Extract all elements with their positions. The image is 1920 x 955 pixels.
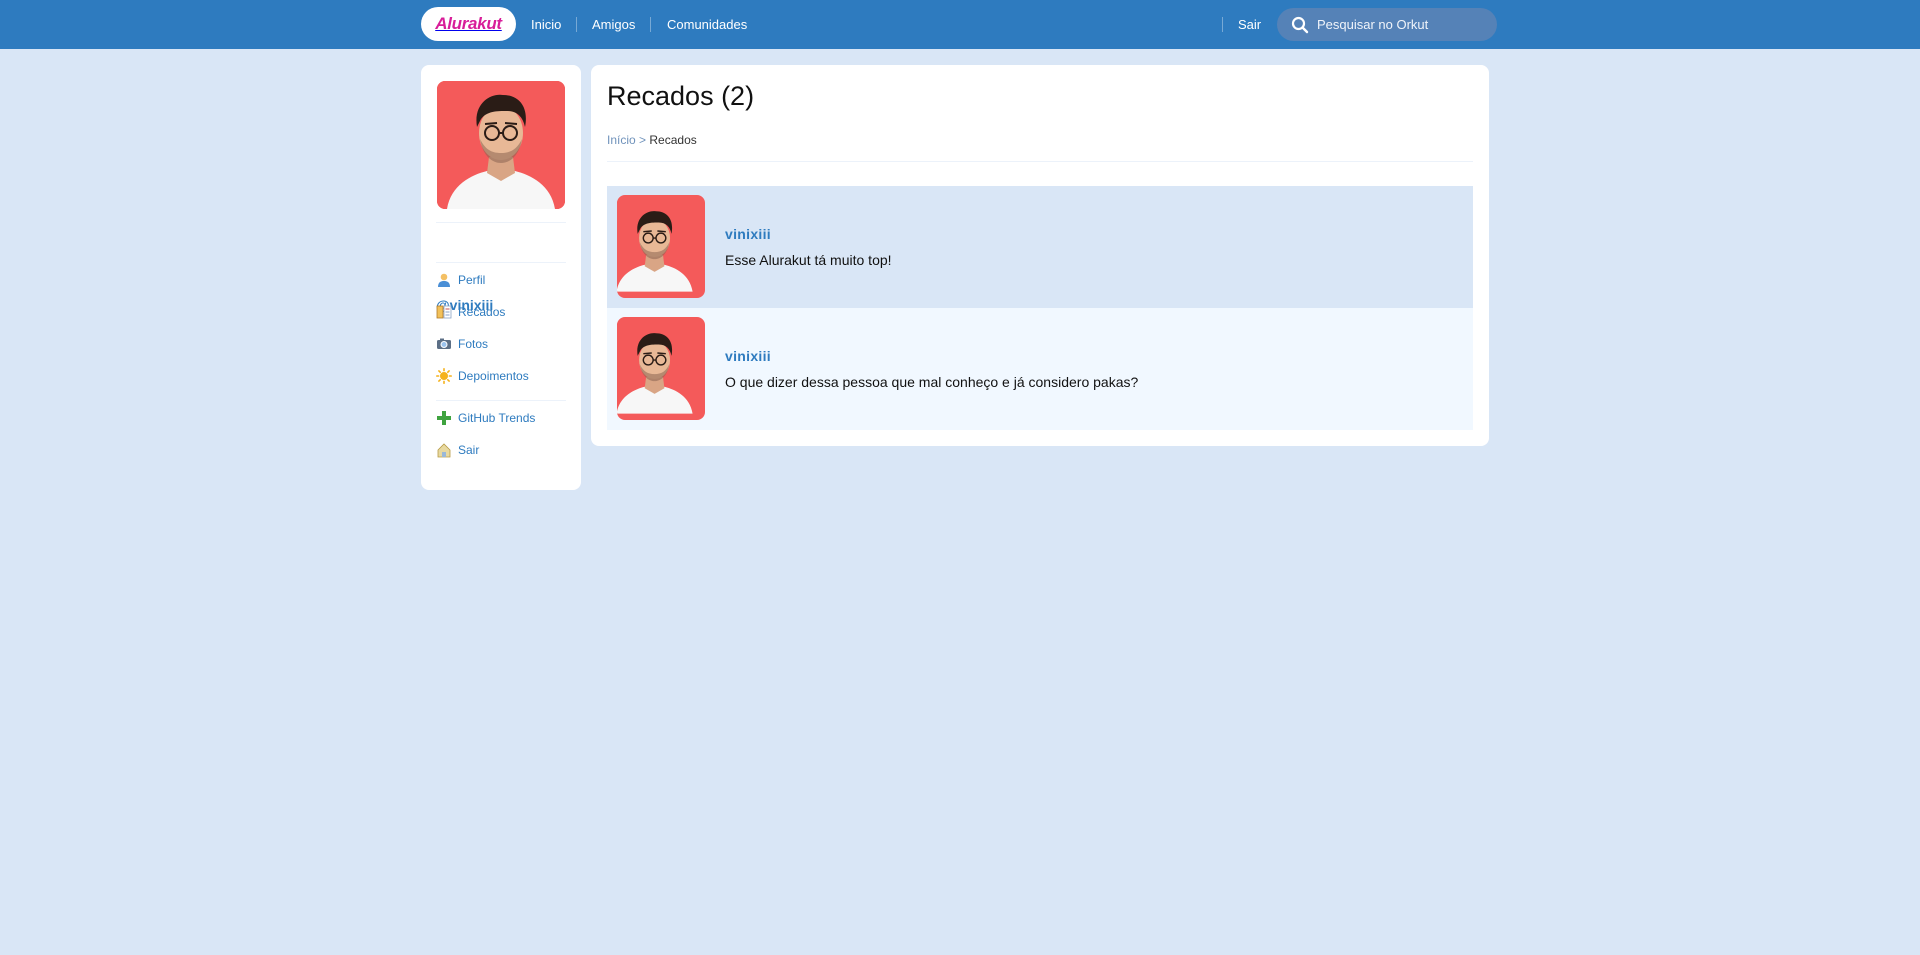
sidebar-item-label: Sair — [458, 443, 480, 457]
nav-comunidades[interactable]: Comunidades — [667, 17, 747, 32]
scrap-author-avatar[interactable] — [617, 317, 705, 420]
sidebar-item-label: Recados — [458, 305, 506, 319]
scrap-item: vinixiii Esse Alurakut tá muito top! — [607, 186, 1473, 308]
book-icon — [436, 305, 452, 319]
sidebar-item-github-trends[interactable]: GitHub Trends — [436, 408, 535, 428]
profile-avatar[interactable] — [437, 81, 565, 209]
search-icon[interactable] — [1291, 16, 1309, 34]
sun-icon — [436, 368, 452, 384]
plus-icon — [437, 411, 451, 425]
scrap-author-link[interactable]: vinixiii — [725, 348, 771, 364]
scraps-panel: Recados (2) Início > Recados vinixiii Es… — [591, 65, 1489, 446]
exit-icon — [437, 443, 451, 458]
divider — [436, 222, 566, 223]
scrap-message: Esse Alurakut tá muito top! — [725, 252, 892, 268]
nav-amigos[interactable]: Amigos — [592, 17, 635, 32]
top-navigation-bar: Alurakut Inicio Amigos Comunidades Sair — [0, 0, 1920, 49]
nav-inicio[interactable]: Inicio — [531, 17, 561, 32]
sidebar-item-perfil[interactable]: Perfil — [436, 270, 485, 290]
breadcrumb-home-link[interactable]: Início — [607, 133, 636, 147]
nav-separator — [1222, 17, 1223, 32]
sidebar-item-depoimentos[interactable]: Depoimentos — [436, 366, 529, 386]
divider — [607, 161, 1473, 162]
sidebar-item-label: GitHub Trends — [458, 411, 536, 425]
sidebar-item-fotos[interactable]: Fotos — [436, 334, 488, 354]
breadcrumb-current: Recados — [649, 133, 697, 147]
sidebar-item-label: Fotos — [458, 337, 489, 351]
scrap-author-link[interactable]: vinixiii — [725, 226, 771, 242]
sidebar-item-sair[interactable]: Sair — [436, 440, 479, 460]
logout-link[interactable]: Sair — [1238, 17, 1261, 32]
divider — [436, 262, 566, 263]
divider — [436, 400, 566, 401]
scrap-item: vinixiii O que dizer dessa pessoa que ma… — [607, 308, 1473, 430]
camera-icon — [437, 338, 451, 349]
sidebar-item-label: Perfil — [458, 273, 486, 287]
logo-text: Alurakut — [435, 14, 502, 33]
scrap-message: O que dizer dessa pessoa que mal conheço… — [725, 374, 1139, 390]
breadcrumb: Início > Recados — [607, 133, 697, 147]
search-input[interactable] — [1317, 8, 1489, 41]
sidebar-item-recados[interactable]: Recados — [436, 302, 505, 322]
breadcrumb-separator: > — [639, 133, 647, 147]
alurakut-logo[interactable]: Alurakut — [421, 7, 516, 41]
page-title: Recados (2) — [607, 81, 755, 111]
sidebar-item-label: Depoimentos — [458, 369, 529, 383]
profile-sidebar: @vinixiii Perfil Recados Fotos Depoiment… — [421, 65, 581, 490]
search-box — [1277, 8, 1497, 41]
nav-separator — [576, 17, 577, 32]
scrap-author-avatar[interactable] — [617, 195, 705, 298]
user-icon — [438, 273, 450, 287]
nav-separator — [650, 17, 651, 32]
